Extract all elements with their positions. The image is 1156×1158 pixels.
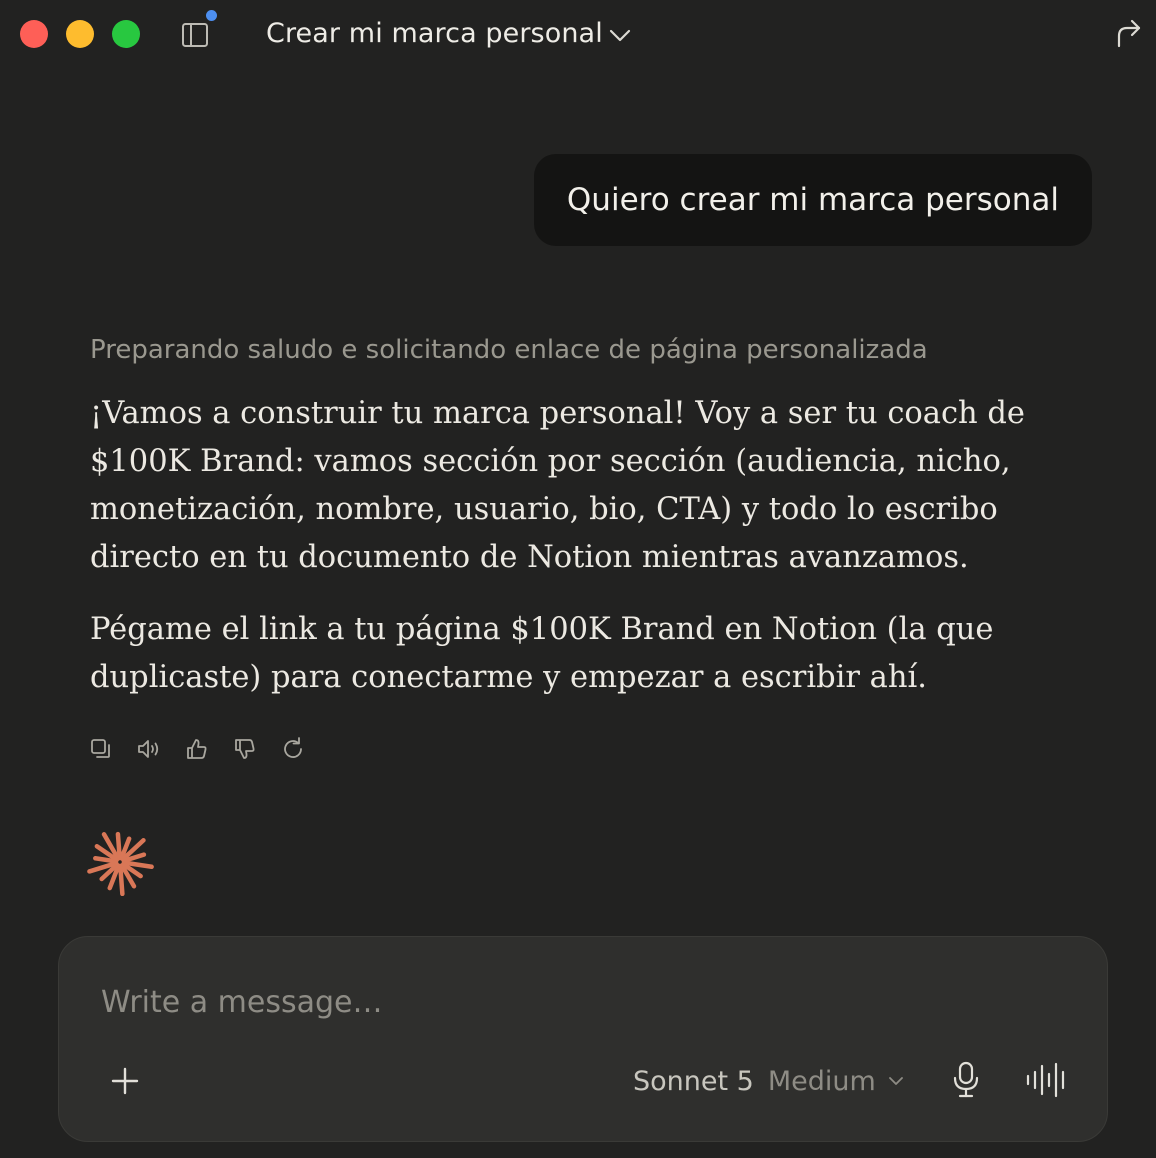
user-message-bubble: Quiero crear mi marca personal [533, 154, 1092, 246]
assistant-line: directo en tu documento de Notion mientr… [90, 540, 969, 575]
share-arrow-icon [1117, 19, 1141, 48]
spark-ray [118, 863, 125, 897]
title-bar: Crear mi marca personal [0, 0, 1156, 70]
minimize-window-button[interactable] [66, 20, 94, 48]
thumbs-up-icon [187, 739, 207, 759]
voice-mode-button[interactable] [1025, 1061, 1069, 1099]
dictation-button[interactable] [949, 1059, 983, 1101]
waveform-icon [1026, 1062, 1065, 1098]
maximize-window-button[interactable] [112, 20, 140, 48]
retry-icon [284, 737, 302, 758]
sidebar-icon [182, 23, 208, 47]
retry-button[interactable] [278, 732, 308, 766]
share-button[interactable] [1112, 16, 1144, 50]
assistant-message: ¡Vamos a construir tu marca personal! Vo… [90, 390, 1025, 726]
assistant-line: Pégame el link a tu página $100K Brand e… [90, 612, 994, 647]
model-selector[interactable]: Sonnet 5 Medium [633, 1063, 906, 1099]
good-response-button[interactable] [182, 732, 212, 766]
user-message-text: Quiero crear mi marca personal [566, 182, 1059, 218]
bad-response-button[interactable] [230, 732, 260, 766]
speaker-icon [138, 740, 159, 758]
spark-graphic [87, 831, 154, 897]
message-composer: Sonnet 5 Medium [58, 936, 1108, 1142]
read-aloud-button[interactable] [134, 732, 164, 766]
chat-title[interactable]: Crear mi marca personal [266, 16, 603, 52]
plus-icon [111, 1067, 139, 1095]
model-name: Sonnet 5 [633, 1065, 754, 1097]
microphone-icon [953, 1061, 979, 1098]
add-attachment-button[interactable] [107, 1063, 143, 1099]
thinking-summary[interactable]: Preparando saludo e solicitando enlace d… [90, 332, 928, 368]
spark-ray [115, 831, 122, 861]
assistant-line: duplicaste) para conectarme y empezar a … [90, 660, 927, 695]
sidebar-toggle-button[interactable] [180, 10, 217, 50]
assistant-line: monetización, nombre, usuario, bio, CTA)… [90, 492, 998, 527]
message-input[interactable] [101, 979, 1001, 1025]
close-window-button[interactable] [20, 20, 48, 48]
chat-title-menu-button[interactable] [606, 22, 634, 48]
chevron-down-icon [609, 29, 631, 42]
assistant-line: $100K Brand: vamos sección por sección (… [90, 444, 1011, 479]
message-actions [86, 732, 308, 766]
notification-dot [206, 10, 217, 21]
copy-button[interactable] [86, 732, 116, 766]
assistant-line: ¡Vamos a construir tu marca personal! Vo… [90, 396, 1025, 431]
thumbs-down-icon [235, 739, 255, 759]
chevron-down-icon [888, 1077, 903, 1085]
claude-spark-icon [86, 828, 154, 897]
app-window: Crear mi marca personal Quiero crear mi … [0, 0, 1156, 1158]
assistant-paragraph: Pégame el link a tu página $100K Brand e… [90, 606, 1010, 702]
assistant-paragraph: ¡Vamos a construir tu marca personal! Vo… [90, 390, 1025, 582]
copy-icon [91, 739, 110, 758]
model-effort: Medium [767, 1065, 876, 1097]
